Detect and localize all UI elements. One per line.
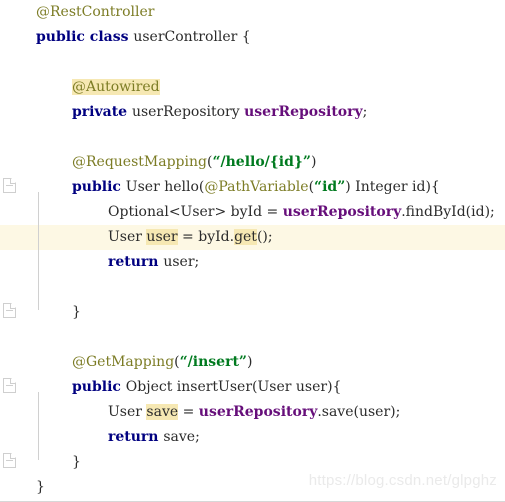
line-user-repository-field-token-0: private: [72, 104, 132, 120]
line-return-save-token-0: return: [108, 429, 164, 445]
line-class-close-token-0: }: [36, 479, 45, 495]
line-hello-method-signature-token-0: public: [72, 179, 126, 195]
line-insert-method-close[interactable]: }: [0, 450, 505, 475]
line-blank-4[interactable]: [0, 325, 505, 350]
line-user-repository-field-token-1: userRepository: [131, 104, 245, 120]
line-user-save-token-1: save: [146, 404, 179, 420]
line-insert-method-close-token-0: }: [72, 454, 81, 470]
line-request-mapping-annotation-token-0: @RequestMapping: [72, 154, 207, 170]
line-user-save-token-0: User: [108, 404, 147, 420]
line-autowired-annotation-token-0: @Autowired: [72, 79, 160, 95]
line-blank-1[interactable]: [0, 50, 505, 75]
line-user-repository-field[interactable]: private userRepository userRepository;: [0, 100, 505, 125]
line-rest-controller-annotation[interactable]: @RestController: [0, 0, 505, 25]
line-hello-method-close-token-0: }: [72, 304, 81, 320]
line-optional-find-by-id-token-0: Optional<User> byId =: [108, 204, 283, 220]
line-blank-3[interactable]: [0, 275, 505, 300]
line-optional-find-by-id-token-2: .findById(id);: [401, 204, 495, 220]
line-user-get[interactable]: User user = byId.get();: [0, 225, 505, 250]
line-user-get-token-1: user: [146, 229, 178, 245]
line-insert-user-signature-token-1: Object insertUser(User user){: [125, 379, 342, 395]
code-editor-pane[interactable]: @RestController public class userControll…: [0, 0, 505, 502]
line-hello-method-close[interactable]: }: [0, 300, 505, 325]
line-hello-method-signature[interactable]: public User hello(@PathVariable(“id”) In…: [0, 175, 505, 200]
line-hello-method-signature-token-4: “id”: [314, 179, 346, 195]
line-return-user[interactable]: return user;: [0, 250, 505, 275]
line-optional-find-by-id[interactable]: Optional<User> byId = userRepository.fin…: [0, 200, 505, 225]
line-hello-method-signature-token-2: @PathVariable: [204, 179, 309, 195]
line-get-mapping-annotation-token-2: “/insert”: [179, 354, 247, 370]
line-return-user-token-0: return: [108, 254, 164, 270]
line-return-save-token-1: save;: [163, 429, 200, 445]
line-hello-method-signature-token-5: ) Integer id){: [345, 179, 440, 195]
line-user-get-token-4: ();: [256, 229, 273, 245]
line-blank-2[interactable]: [0, 125, 505, 150]
line-user-save-token-3: userRepository: [198, 404, 318, 420]
indent-guide-hello-body: [38, 192, 39, 310]
line-user-save-token-4: .save(user);: [317, 404, 401, 420]
line-optional-find-by-id-token-1: userRepository: [282, 204, 402, 220]
line-request-mapping-annotation-token-3: ): [310, 154, 317, 170]
line-get-mapping-annotation-token-0: @GetMapping: [72, 354, 175, 370]
line-class-close[interactable]: }: [0, 475, 505, 500]
line-get-mapping-annotation-token-3: ): [246, 354, 253, 370]
line-autowired-annotation[interactable]: @Autowired: [0, 75, 505, 100]
line-return-user-token-1: user;: [163, 254, 200, 270]
line-insert-user-signature[interactable]: public Object insertUser(User user){: [0, 375, 505, 400]
line-user-get-token-2: = byId.: [177, 229, 235, 245]
line-user-get-token-3: get: [234, 229, 257, 245]
line-request-mapping-annotation[interactable]: @RequestMapping(“/hello/{id}”): [0, 150, 505, 175]
code-content[interactable]: @RestController public class userControll…: [0, 0, 505, 501]
line-class-declaration-token-0: public class: [36, 29, 134, 45]
line-insert-user-signature-token-0: public: [72, 379, 126, 395]
line-hello-method-signature-token-1: User hello(: [125, 179, 205, 195]
line-user-repository-field-token-2: userRepository: [244, 104, 363, 120]
indent-guide-insert-body: [38, 392, 39, 460]
line-return-save[interactable]: return save;: [0, 425, 505, 450]
line-class-declaration[interactable]: public class userController {: [0, 25, 505, 50]
line-request-mapping-annotation-token-2: “/hello/{id}”: [212, 154, 311, 170]
line-class-declaration-token-1: userController {: [133, 29, 251, 45]
line-get-mapping-annotation[interactable]: @GetMapping(“/insert”): [0, 350, 505, 375]
line-user-save[interactable]: User save = userRepository.save(user);: [0, 400, 505, 425]
line-user-save-token-2: =: [178, 404, 199, 420]
line-user-get-token-0: User: [108, 229, 147, 245]
line-rest-controller-annotation-token-0: @RestController: [36, 4, 155, 20]
line-user-repository-field-token-3: ;: [362, 104, 368, 120]
